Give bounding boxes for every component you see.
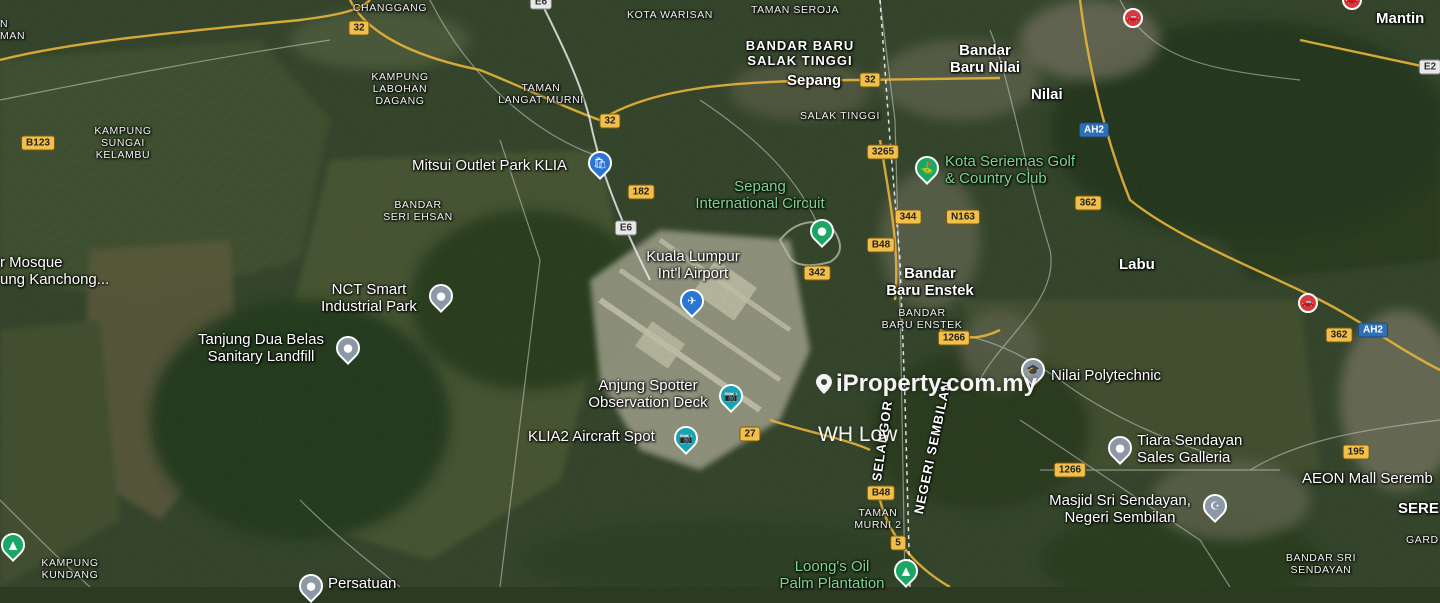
road-shield-32: 32 — [859, 72, 881, 88]
poi-mitsui-label[interactable]: Mitsui Outlet Park KLIA — [412, 157, 567, 174]
place-labu: Labu — [1119, 256, 1155, 273]
place-kota-warisan: KOTA WARISAN — [627, 9, 713, 21]
road-shield-344: 344 — [894, 209, 922, 225]
poi-anjung-label[interactable]: Anjung Spotter Observation Deck — [588, 377, 707, 411]
place-persatuan-partial: Persatuan — [328, 575, 397, 592]
place-kampung-labohan-dagang: KAMPUNG LABOHAN DAGANG — [371, 71, 429, 107]
road-shield-182: 182 — [627, 184, 655, 200]
place-man-partial: N MAN — [0, 18, 26, 42]
poi-klia-label[interactable]: Kuala Lumpur Int'l Airport — [646, 248, 739, 282]
poi-tiara-label[interactable]: Tiara Sendayan Sales Galleria — [1137, 432, 1242, 466]
place-gard-partial: GARD — [1406, 534, 1439, 546]
poi-nct-label[interactable]: NCT Smart Industrial Park — [321, 281, 417, 315]
place-bandar-sri-sendayan: BANDAR SRI SENDAYAN — [1285, 552, 1357, 576]
poi-klia2-label[interactable]: KLIA2 Aircraft Spot — [528, 428, 655, 445]
road-shield-ah2: AH2 — [1078, 122, 1110, 138]
road-shield-1266: 1266 — [937, 330, 971, 346]
place-changgang: CHANGGANG — [352, 2, 428, 14]
watermark-iproperty: iProperty.com.my — [816, 370, 1037, 398]
road-shield-362: 362 — [1325, 327, 1353, 343]
place-bandar-baru-nilai: Bandar Baru Nilai — [949, 42, 1021, 76]
road-shield-32: 32 — [599, 113, 621, 129]
road-shield-b48: B48 — [866, 237, 896, 253]
road-shield-b123: B123 — [21, 135, 55, 151]
road-shield-n163: N163 — [946, 209, 980, 225]
poi-aeon-label[interactable]: AEON Mall Seremb — [1302, 470, 1433, 487]
author-label: WH Low — [818, 423, 898, 446]
place-taman-murni-2: TAMAN MURNI 2 — [854, 507, 902, 531]
road-shield-e6: E6 — [614, 220, 638, 236]
poi-tanjung-label[interactable]: Tanjung Dua Belas Sanitary Landfill — [198, 331, 324, 365]
place-mantin: Mantin — [1376, 10, 1425, 27]
place-bandar-baru-salak-tinggi: BANDAR BARU SALAK TINGGI — [745, 38, 855, 68]
car-icon[interactable]: 🚗 — [1123, 8, 1143, 28]
place-nilai: Nilai — [1031, 86, 1063, 103]
road-shield-32: 32 — [348, 20, 370, 36]
place-taman-langat-murni: TAMAN LANGAT MURNI — [498, 82, 584, 106]
poi-nilai-poly-label[interactable]: Nilai Polytechnic — [1051, 367, 1161, 384]
place-bandar-baru-enstek: Bandar Baru Enstek — [886, 265, 974, 299]
place-seremban-partial: SERE — [1398, 500, 1439, 517]
road-shield-195: 195 — [1342, 444, 1370, 460]
poi-kota-seriemas-label[interactable]: Kota Seriemas Golf & Country Club — [945, 153, 1075, 187]
road-shield-342: 342 — [803, 265, 831, 281]
watermark-pin-icon — [816, 374, 832, 394]
place-kampung-sungai-kelambu: KAMPUNG SUNGAI KELAMBU — [94, 125, 152, 161]
place-kampung-kundang: KAMPUNG KUNDANG — [41, 557, 99, 581]
road-shield-ah2: AH2 — [1357, 322, 1389, 338]
road-shield-362: 362 — [1074, 195, 1102, 211]
road-shield-5: 5 — [890, 535, 906, 551]
road-shield-1266: 1266 — [1053, 462, 1087, 478]
road-shield-27: 27 — [739, 426, 761, 442]
place-taman-seroja: TAMAN SEROJA — [750, 4, 840, 16]
place-bandar-baru-enstek-small: BANDAR BARU ENSTEK — [881, 307, 963, 331]
road-shield-e2: E2 — [1418, 59, 1440, 75]
place-bandar-seri-ehsan: BANDAR SERI EHSAN — [383, 199, 453, 223]
place-salak-tinggi: SALAK TINGGI — [800, 110, 880, 122]
place-mosque-partial: r Mosque ung Kanchong... — [0, 254, 110, 288]
place-sepang: Sepang — [787, 72, 842, 89]
road-shield-e6-top: E6 — [529, 0, 553, 10]
road-shield-3265: 3265 — [866, 144, 900, 160]
poi-masjid-label[interactable]: Masjid Sri Sendayan, Negeri Sembilan — [1049, 492, 1191, 526]
car-icon[interactable]: 🚗 — [1298, 293, 1318, 313]
road-shield-b48: B48 — [866, 485, 896, 501]
poi-sepang-circuit-label[interactable]: Sepang International Circuit — [695, 178, 824, 212]
watermark-text: iProperty.com.my — [836, 370, 1037, 397]
